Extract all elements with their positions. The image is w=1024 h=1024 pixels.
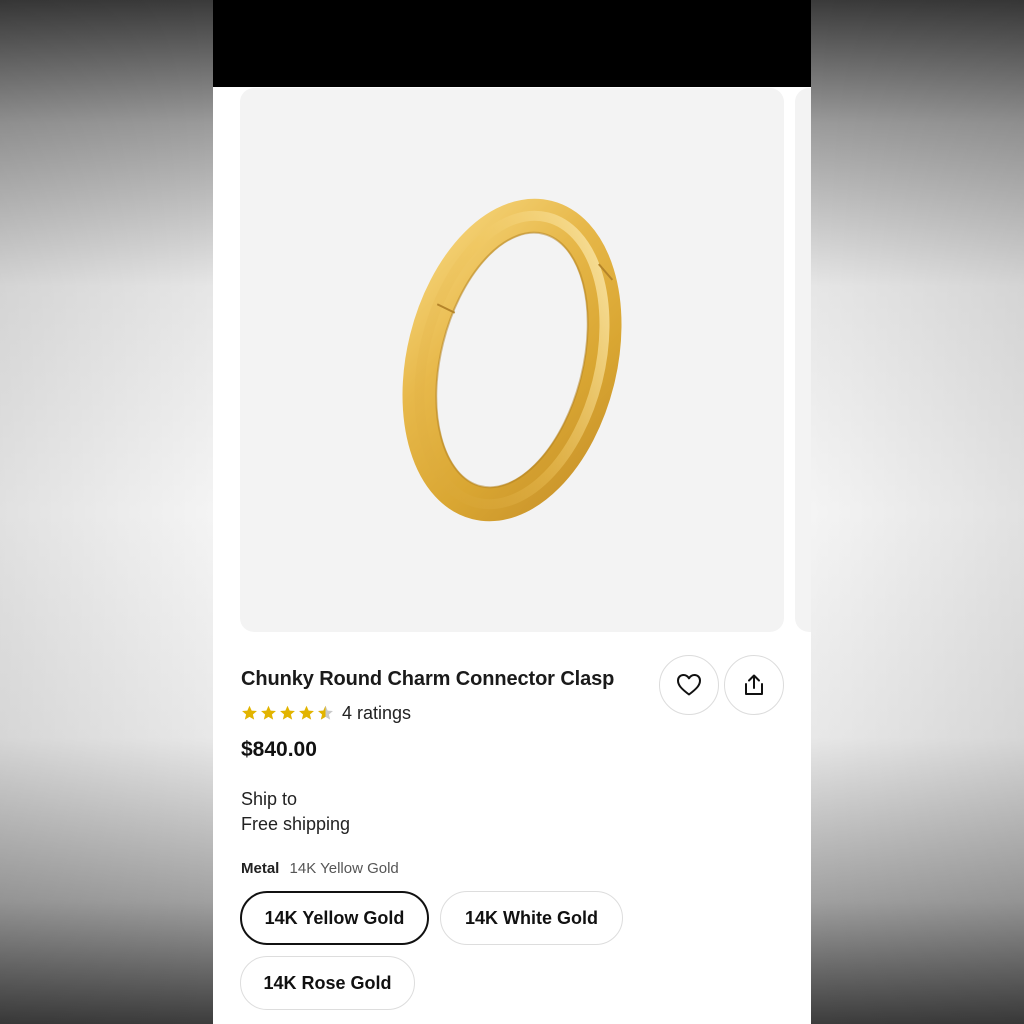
favorite-button[interactable] — [659, 655, 719, 715]
metal-option-rose-gold[interactable]: 14K Rose Gold — [240, 956, 415, 1010]
star-icon — [299, 705, 314, 720]
star-icon — [261, 705, 276, 720]
next-image-card[interactable] — [795, 88, 811, 632]
half-star-icon — [318, 705, 333, 720]
star-rating — [241, 705, 334, 721]
ship-to-label: Ship to — [241, 789, 298, 809]
star-icon — [280, 705, 295, 720]
share-button[interactable] — [724, 655, 784, 715]
rating-row[interactable]: 4 ratings — [241, 701, 411, 725]
background-right — [811, 0, 1024, 1024]
metal-selected-value: 14K Yellow Gold — [289, 860, 399, 877]
metal-label: Metal — [241, 860, 280, 877]
metal-selector-label: Metal 14K Yellow Gold — [241, 860, 399, 877]
product-price: $840.00 — [241, 738, 317, 761]
gold-ring-image — [402, 198, 622, 522]
ratings-count[interactable]: 4 ratings — [342, 703, 411, 724]
shipping-value: Free shipping — [241, 814, 351, 834]
background-left — [0, 0, 213, 1024]
star-icon — [242, 705, 257, 720]
product-image-card[interactable] — [240, 88, 784, 632]
share-icon — [745, 674, 763, 695]
product-title: Chunky Round Charm Connector Clasp — [241, 668, 615, 690]
heart-icon — [677, 674, 701, 696]
status-bar — [213, 0, 811, 87]
metal-option-white-gold[interactable]: 14K White Gold — [440, 891, 623, 945]
phone-screen: Chunky Round Charm Connector Clasp 4 rat… — [213, 0, 811, 1024]
metal-option-yellow-gold[interactable]: 14K Yellow Gold — [240, 891, 429, 945]
